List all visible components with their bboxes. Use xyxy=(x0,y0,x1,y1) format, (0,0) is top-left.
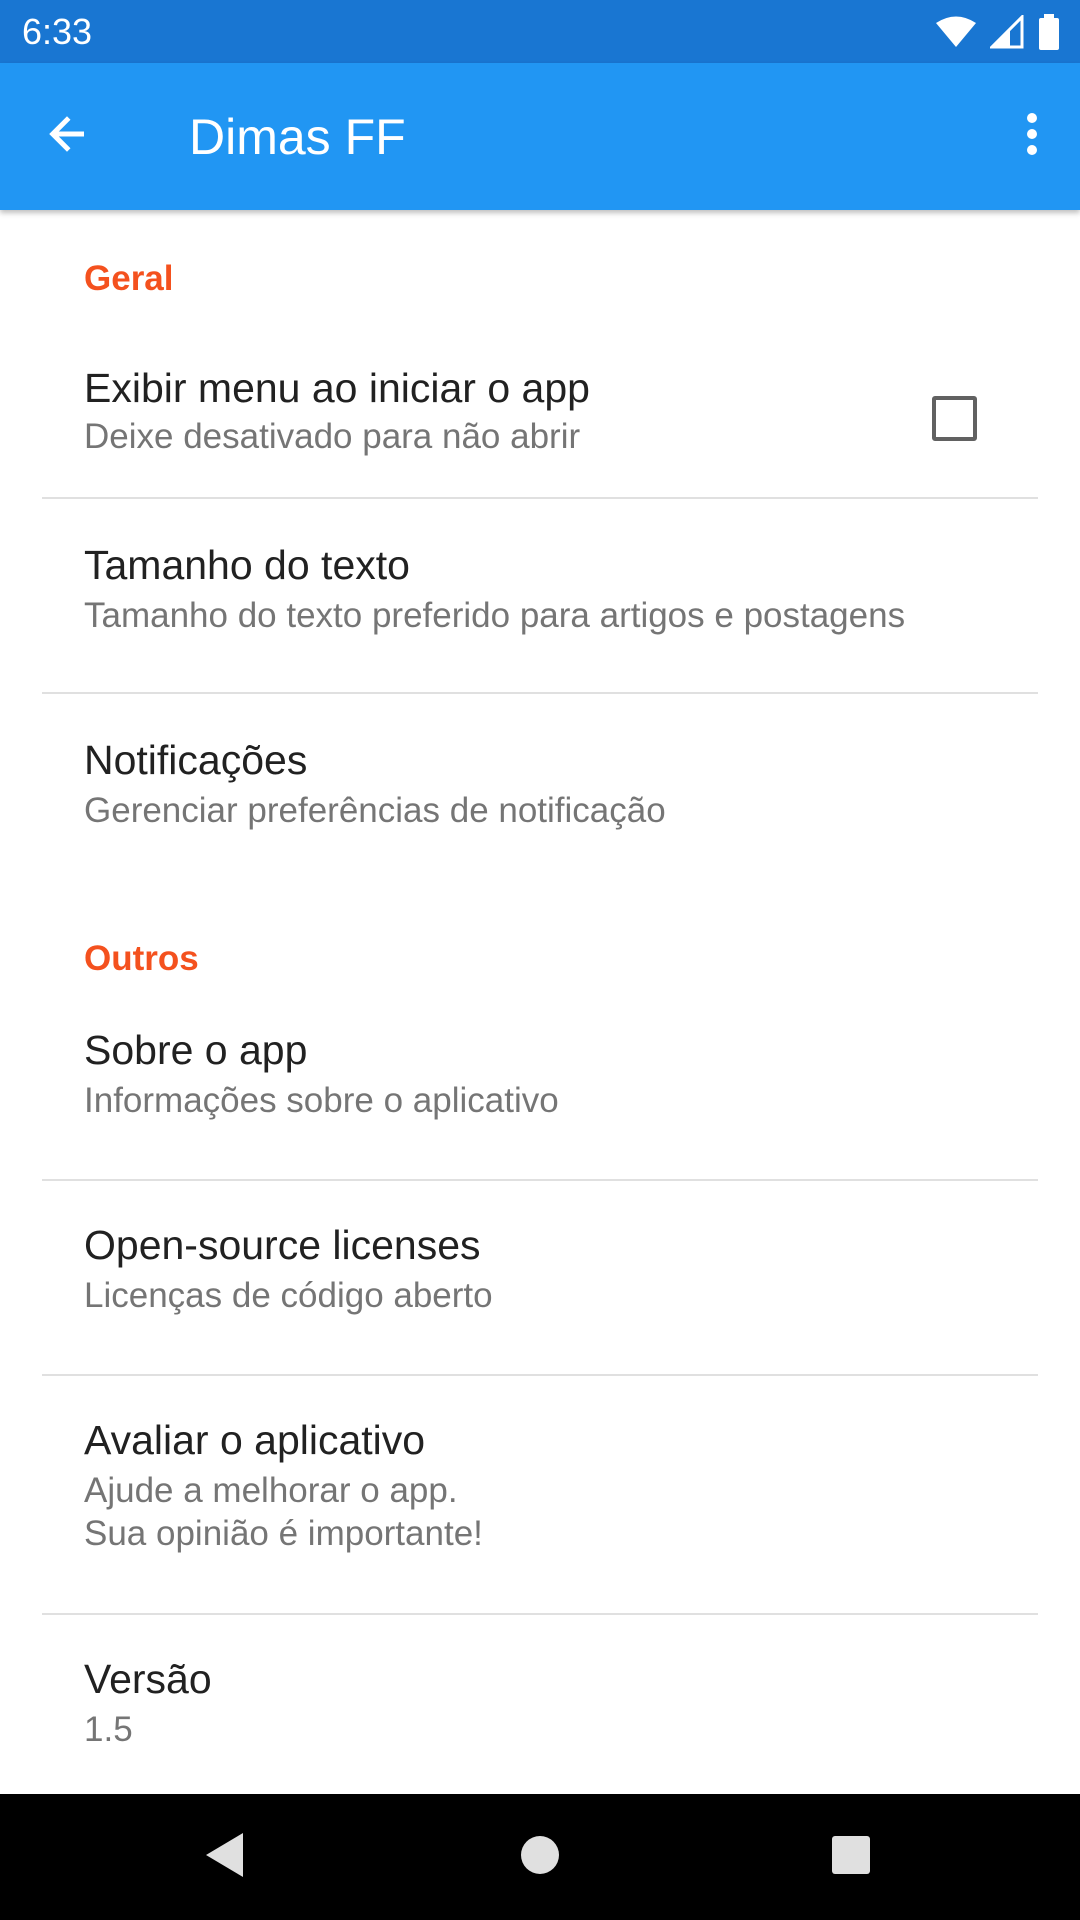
pref-summary: Tamanho do texto preferido para artigos … xyxy=(84,596,906,635)
pref-show-menu-on-start[interactable]: Exibir menu ao iniciar o app Deixe desat… xyxy=(0,327,1080,497)
more-vert-icon xyxy=(1026,112,1038,161)
pref-title: Open-source licenses xyxy=(84,1222,481,1268)
category-general: Geral xyxy=(84,259,174,298)
home-circle-icon xyxy=(519,1834,561,1881)
pref-title: Avaliar o aplicativo xyxy=(84,1417,426,1463)
pref-title: Versão xyxy=(84,1656,212,1702)
app-bar: Dimas FF xyxy=(0,63,1080,210)
back-button[interactable] xyxy=(40,108,96,164)
show-menu-checkbox[interactable] xyxy=(932,396,977,441)
pref-summary: Gerenciar preferências de notificação xyxy=(84,791,666,830)
pref-title: Notificações xyxy=(84,737,308,783)
signal-icon xyxy=(990,15,1024,49)
pref-summary: Licenças de código aberto xyxy=(84,1276,493,1315)
pref-title: Tamanho do texto xyxy=(84,542,410,588)
nav-home-button[interactable] xyxy=(505,1822,575,1892)
pref-about-app[interactable]: Sobre o app Informações sobre o aplicati… xyxy=(0,985,1080,1179)
pref-title: Exibir menu ao iniciar o app xyxy=(84,365,590,411)
back-triangle-icon xyxy=(203,1831,247,1884)
recents-square-icon xyxy=(830,1834,872,1881)
pref-rate-app[interactable]: Avaliar o aplicativo Ajude a melhorar o … xyxy=(0,1376,1080,1614)
pref-summary: Informações sobre o aplicativo xyxy=(84,1081,559,1120)
app-title: Dimas FF xyxy=(189,109,406,165)
settings-list: Geral Exibir menu ao iniciar o app Deixe… xyxy=(0,210,1080,1794)
status-icons xyxy=(936,14,1060,50)
pref-text-size[interactable]: Tamanho do texto Tamanho do texto prefer… xyxy=(0,499,1080,693)
status-time: 6:33 xyxy=(22,11,93,52)
wifi-icon xyxy=(936,16,976,48)
pref-summary: Ajude a melhorar o app. Sua opinião é im… xyxy=(84,1471,483,1553)
nav-back-button[interactable] xyxy=(190,1822,260,1892)
category-others: Outros xyxy=(84,939,199,978)
pref-summary: 1.5 xyxy=(84,1710,133,1749)
pref-title: Sobre o app xyxy=(84,1027,308,1073)
pref-summary: Deixe desativado para não abrir xyxy=(84,417,581,456)
system-nav-bar xyxy=(0,1794,1080,1920)
battery-icon xyxy=(1038,14,1060,50)
status-bar: 6:33 xyxy=(0,0,1080,63)
pref-open-source-licenses[interactable]: Open-source licenses Licenças de código … xyxy=(0,1181,1080,1375)
nav-recents-button[interactable] xyxy=(816,1822,886,1892)
arrow-back-icon xyxy=(44,110,92,163)
pref-notifications[interactable]: Notificações Gerenciar preferências de n… xyxy=(0,694,1080,854)
pref-version[interactable]: Versão 1.5 xyxy=(0,1615,1080,1794)
overflow-menu-button[interactable] xyxy=(1012,108,1052,164)
